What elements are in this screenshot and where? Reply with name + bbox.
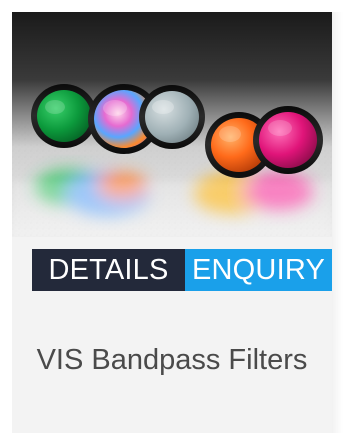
card-action-buttons: DETAILS ENQUIRY — [12, 237, 332, 300]
optical-filters-image — [12, 12, 332, 237]
product-title: VIS Bandpass Filters — [36, 344, 308, 376]
green-filter — [31, 84, 97, 148]
magenta-filter — [253, 106, 323, 174]
product-card: DETAILS ENQUIRY VIS Bandpass Filters — [12, 12, 332, 433]
card-shadow — [332, 12, 343, 433]
enquiry-button[interactable]: ENQUIRY — [185, 249, 332, 291]
clear-filter — [139, 85, 205, 149]
details-button[interactable]: DETAILS — [32, 249, 185, 291]
product-image[interactable] — [12, 12, 332, 237]
